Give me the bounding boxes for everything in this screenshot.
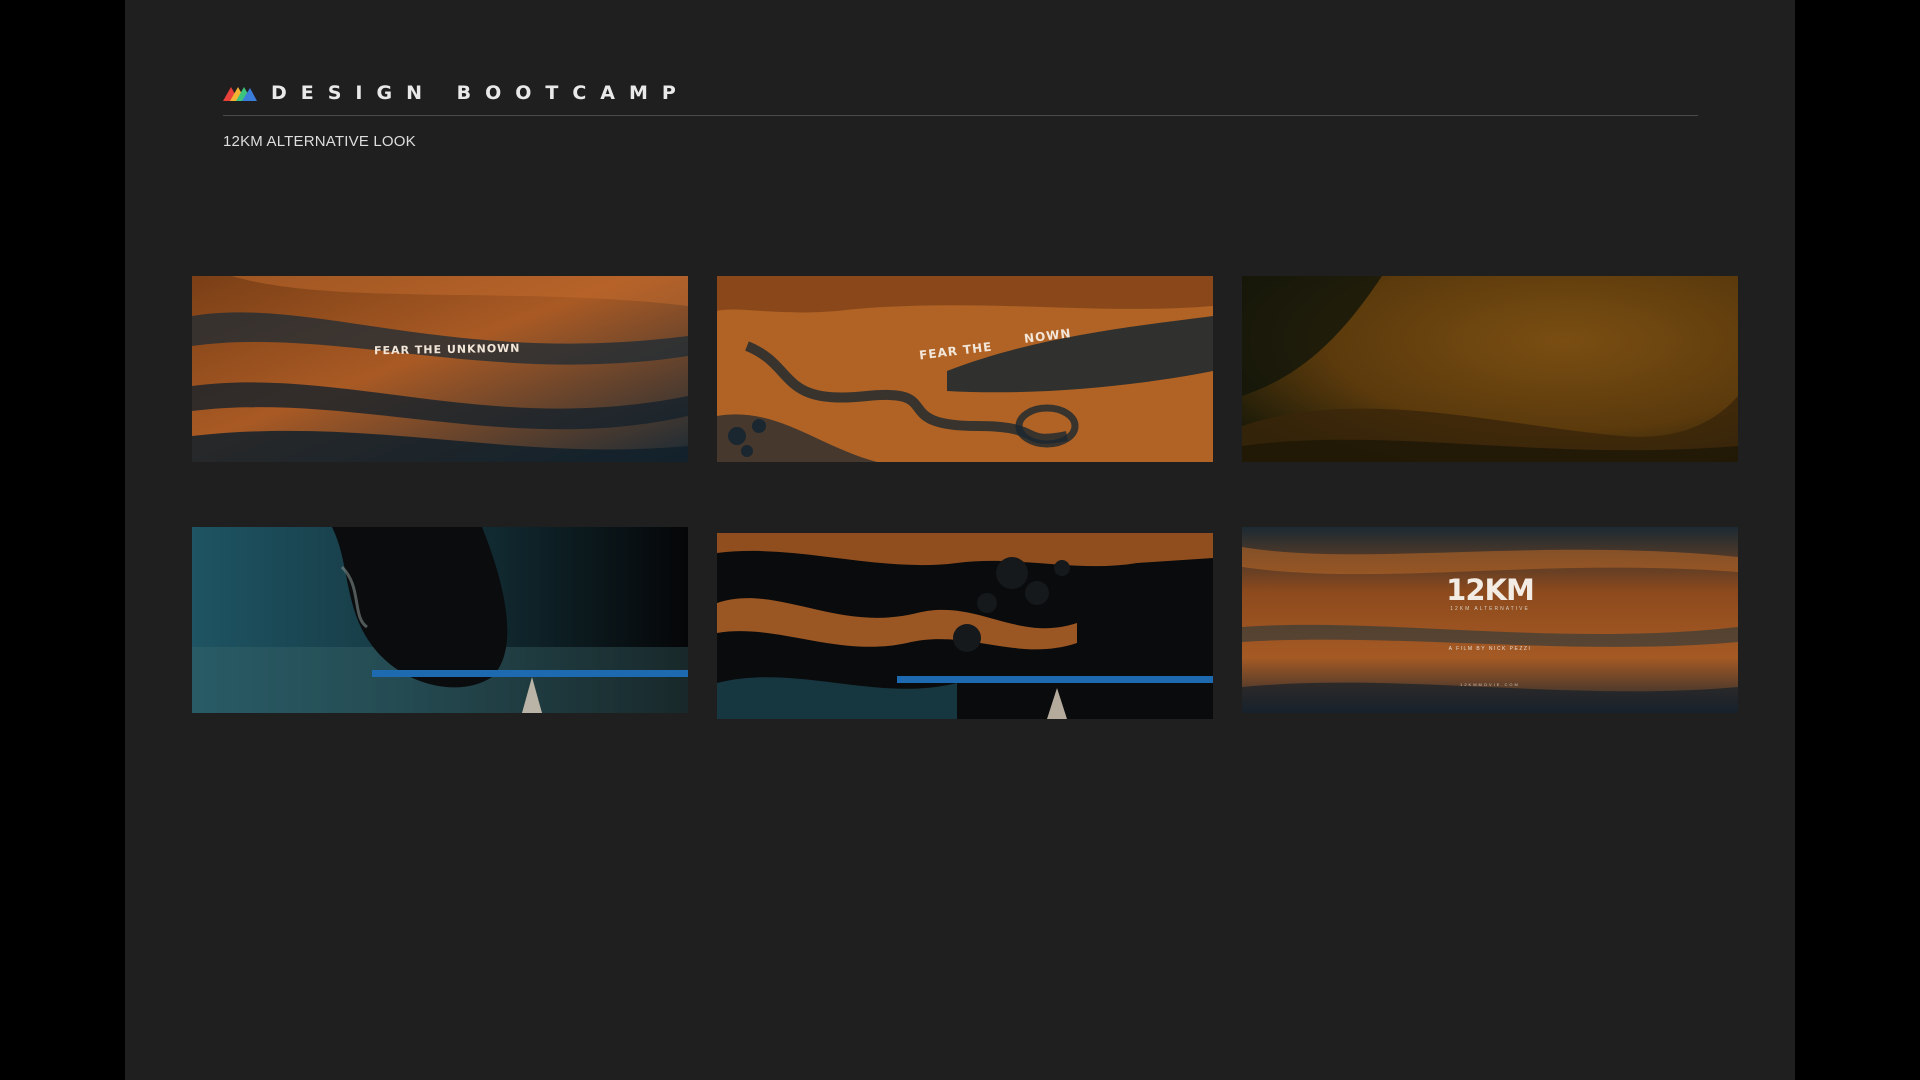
- film-title-logo: 12KM: [1446, 573, 1535, 607]
- thumbnail-3-image: [1242, 276, 1738, 462]
- thumbnail-4-image: [192, 527, 688, 713]
- film-title-subtitle: 12KM ALTERNATIVE: [1450, 606, 1530, 612]
- mountain-logo-icon: [223, 87, 257, 101]
- thumbnail-1-image: [192, 276, 688, 462]
- overlay-title: FEAR THE UNKNOWN: [373, 341, 521, 358]
- brand-name: DESIGN BOOTCAMP: [271, 82, 690, 104]
- thumbnail-5[interactable]: [717, 533, 1213, 719]
- thumbnail-2-image: [717, 276, 1213, 462]
- film-website: 12KMMOVIE.COM: [1460, 682, 1520, 687]
- presentation-slide: DESIGN BOOTCAMP 12KM ALTERNATIVE LOOK FE…: [125, 0, 1795, 1080]
- thumbnail-6-title-card[interactable]: 12KM 12KM ALTERNATIVE A FILM BY NICK PEZ…: [1242, 527, 1738, 713]
- header-divider: [223, 115, 1698, 116]
- film-credit: A FILM BY NICK PEZZI: [1448, 646, 1532, 652]
- brand-header: DESIGN BOOTCAMP: [223, 82, 690, 104]
- thumbnail-4[interactable]: [192, 527, 688, 713]
- thumbnail-3[interactable]: [1242, 276, 1738, 462]
- thumbnail-5-image: [717, 533, 1213, 719]
- thumbnail-2[interactable]: FEAR THE NOWN: [717, 276, 1213, 462]
- page-subtitle: 12KM ALTERNATIVE LOOK: [223, 133, 416, 150]
- thumbnail-1[interactable]: FEAR THE UNKNOWN: [192, 276, 688, 462]
